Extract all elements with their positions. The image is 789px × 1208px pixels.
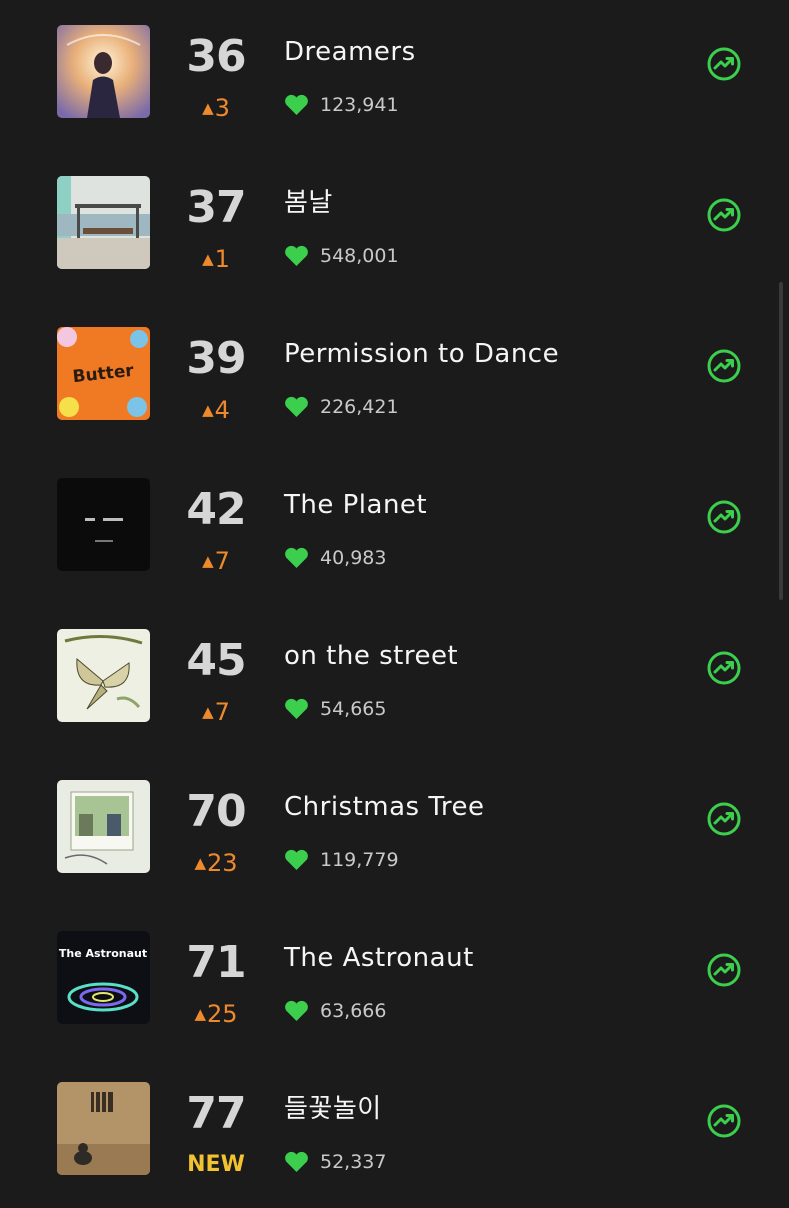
rank-change-value: 3 (214, 94, 230, 122)
rank-number: 71 (186, 937, 246, 988)
song-title[interactable]: Christmas Tree (284, 789, 485, 825)
rank-change-value: 23 (207, 849, 238, 877)
rank-number: 45 (186, 635, 246, 686)
up-triangle-icon: ▲ (202, 703, 214, 721)
rank-change-value: 7 (214, 547, 230, 575)
up-triangle-icon: ▲ (202, 250, 214, 268)
song-row-3[interactable]: 42 ▲7 The Planet 40,983 (0, 453, 789, 604)
rank-change-value: 4 (214, 396, 230, 424)
up-triangle-icon: ▲ (202, 99, 214, 117)
rank-change: ▲3 (166, 93, 266, 123)
heart-icon (284, 849, 309, 871)
rank-number: 39 (186, 333, 246, 384)
new-badge: NEW (187, 1152, 245, 1177)
song-title[interactable]: Permission to Dance (284, 336, 559, 372)
trending-up-circle-icon[interactable] (706, 348, 742, 384)
likes: 54,665 (284, 694, 386, 724)
rank-change-value: 25 (207, 1000, 238, 1028)
rank-change: ▲25 (166, 999, 266, 1029)
song-title[interactable]: The Astronaut (284, 940, 474, 976)
likes: 123,941 (284, 90, 399, 120)
likes: 63,666 (284, 996, 386, 1026)
likes: 52,337 (284, 1147, 386, 1177)
album-cover-dreamers[interactable] (57, 25, 150, 118)
rank-number: 70 (186, 786, 246, 837)
likes: 40,983 (284, 543, 386, 573)
song-row-1[interactable]: 37 ▲1 봄날 548,001 (0, 151, 789, 302)
scrollbar[interactable] (779, 282, 783, 600)
heart-icon (284, 547, 309, 569)
album-cover-christmas-tree[interactable] (57, 780, 150, 873)
rank-number: 77 (186, 1088, 246, 1139)
heart-icon (284, 245, 309, 267)
likes-count: 548,001 (320, 245, 399, 267)
likes-count: 40,983 (320, 547, 387, 569)
song-title[interactable]: Dreamers (284, 34, 416, 70)
rank-change-value: 1 (214, 245, 230, 273)
song-row-7[interactable]: 77 NEW 들꽃놀이 52,337 (0, 1057, 789, 1208)
album-cover-butter[interactable]: Butter (57, 327, 150, 420)
trending-up-circle-icon[interactable] (706, 801, 742, 837)
up-triangle-icon: ▲ (194, 1005, 206, 1023)
heart-icon (284, 1000, 309, 1022)
rank-change: ▲7 (166, 546, 266, 576)
rank-change: ▲7 (166, 697, 266, 727)
heart-icon (284, 698, 309, 720)
album-cover-spring-day[interactable] (57, 176, 150, 269)
song-row-4[interactable]: 45 ▲7 on the street 54,665 (0, 604, 789, 755)
up-triangle-icon: ▲ (202, 401, 214, 419)
likes-count: 119,779 (320, 849, 399, 871)
likes-count: 52,337 (320, 1151, 387, 1173)
trending-up-circle-icon[interactable] (706, 650, 742, 686)
likes: 548,001 (284, 241, 399, 271)
song-title[interactable]: on the street (284, 638, 458, 674)
album-cover-the-planet[interactable] (57, 478, 150, 571)
trending-up-circle-icon[interactable] (706, 952, 742, 988)
rank-change: ▲23 (166, 848, 266, 878)
song-title[interactable]: 봄날 (284, 185, 333, 221)
album-cover-wildflower[interactable] (57, 1082, 150, 1175)
trending-up-circle-icon[interactable] (706, 197, 742, 233)
album-cover-on-the-street[interactable] (57, 629, 150, 722)
chart-list: 36 ▲3 Dreamers 123,941 37 ▲1 봄날 548,001 … (0, 0, 789, 1200)
likes-count: 226,421 (320, 396, 399, 418)
trending-up-circle-icon[interactable] (706, 1103, 742, 1139)
likes-count: 123,941 (320, 94, 399, 116)
trending-up-circle-icon[interactable] (706, 46, 742, 82)
rank-change: ▲4 (166, 395, 266, 425)
up-triangle-icon: ▲ (202, 552, 214, 570)
likes: 119,779 (284, 845, 399, 875)
song-title[interactable]: The Planet (284, 487, 427, 523)
likes-count: 63,666 (320, 1000, 387, 1022)
rank-number: 42 (186, 484, 246, 535)
rank-change: ▲1 (166, 244, 266, 274)
likes-count: 54,665 (320, 698, 387, 720)
heart-icon (284, 1151, 309, 1173)
rank-number: 37 (186, 182, 246, 233)
up-triangle-icon: ▲ (194, 854, 206, 872)
song-row-2[interactable]: Butter 39 ▲4 Permission to Dance 226,421 (0, 302, 789, 453)
heart-icon (284, 396, 309, 418)
rank-change-value: 7 (214, 698, 230, 726)
song-row-0[interactable]: 36 ▲3 Dreamers 123,941 (0, 0, 789, 151)
song-title[interactable]: 들꽃놀이 (284, 1091, 382, 1127)
album-cover-text: The Astronaut (59, 947, 147, 960)
song-row-6[interactable]: The Astronaut 71 ▲25 The Astronaut 63,66… (0, 906, 789, 1057)
song-row-5[interactable]: 70 ▲23 Christmas Tree 119,779 (0, 755, 789, 906)
trending-up-circle-icon[interactable] (706, 499, 742, 535)
likes: 226,421 (284, 392, 399, 422)
album-cover-the-astronaut[interactable]: The Astronaut (57, 931, 150, 1024)
heart-icon (284, 94, 309, 116)
rank-number: 36 (186, 31, 246, 82)
